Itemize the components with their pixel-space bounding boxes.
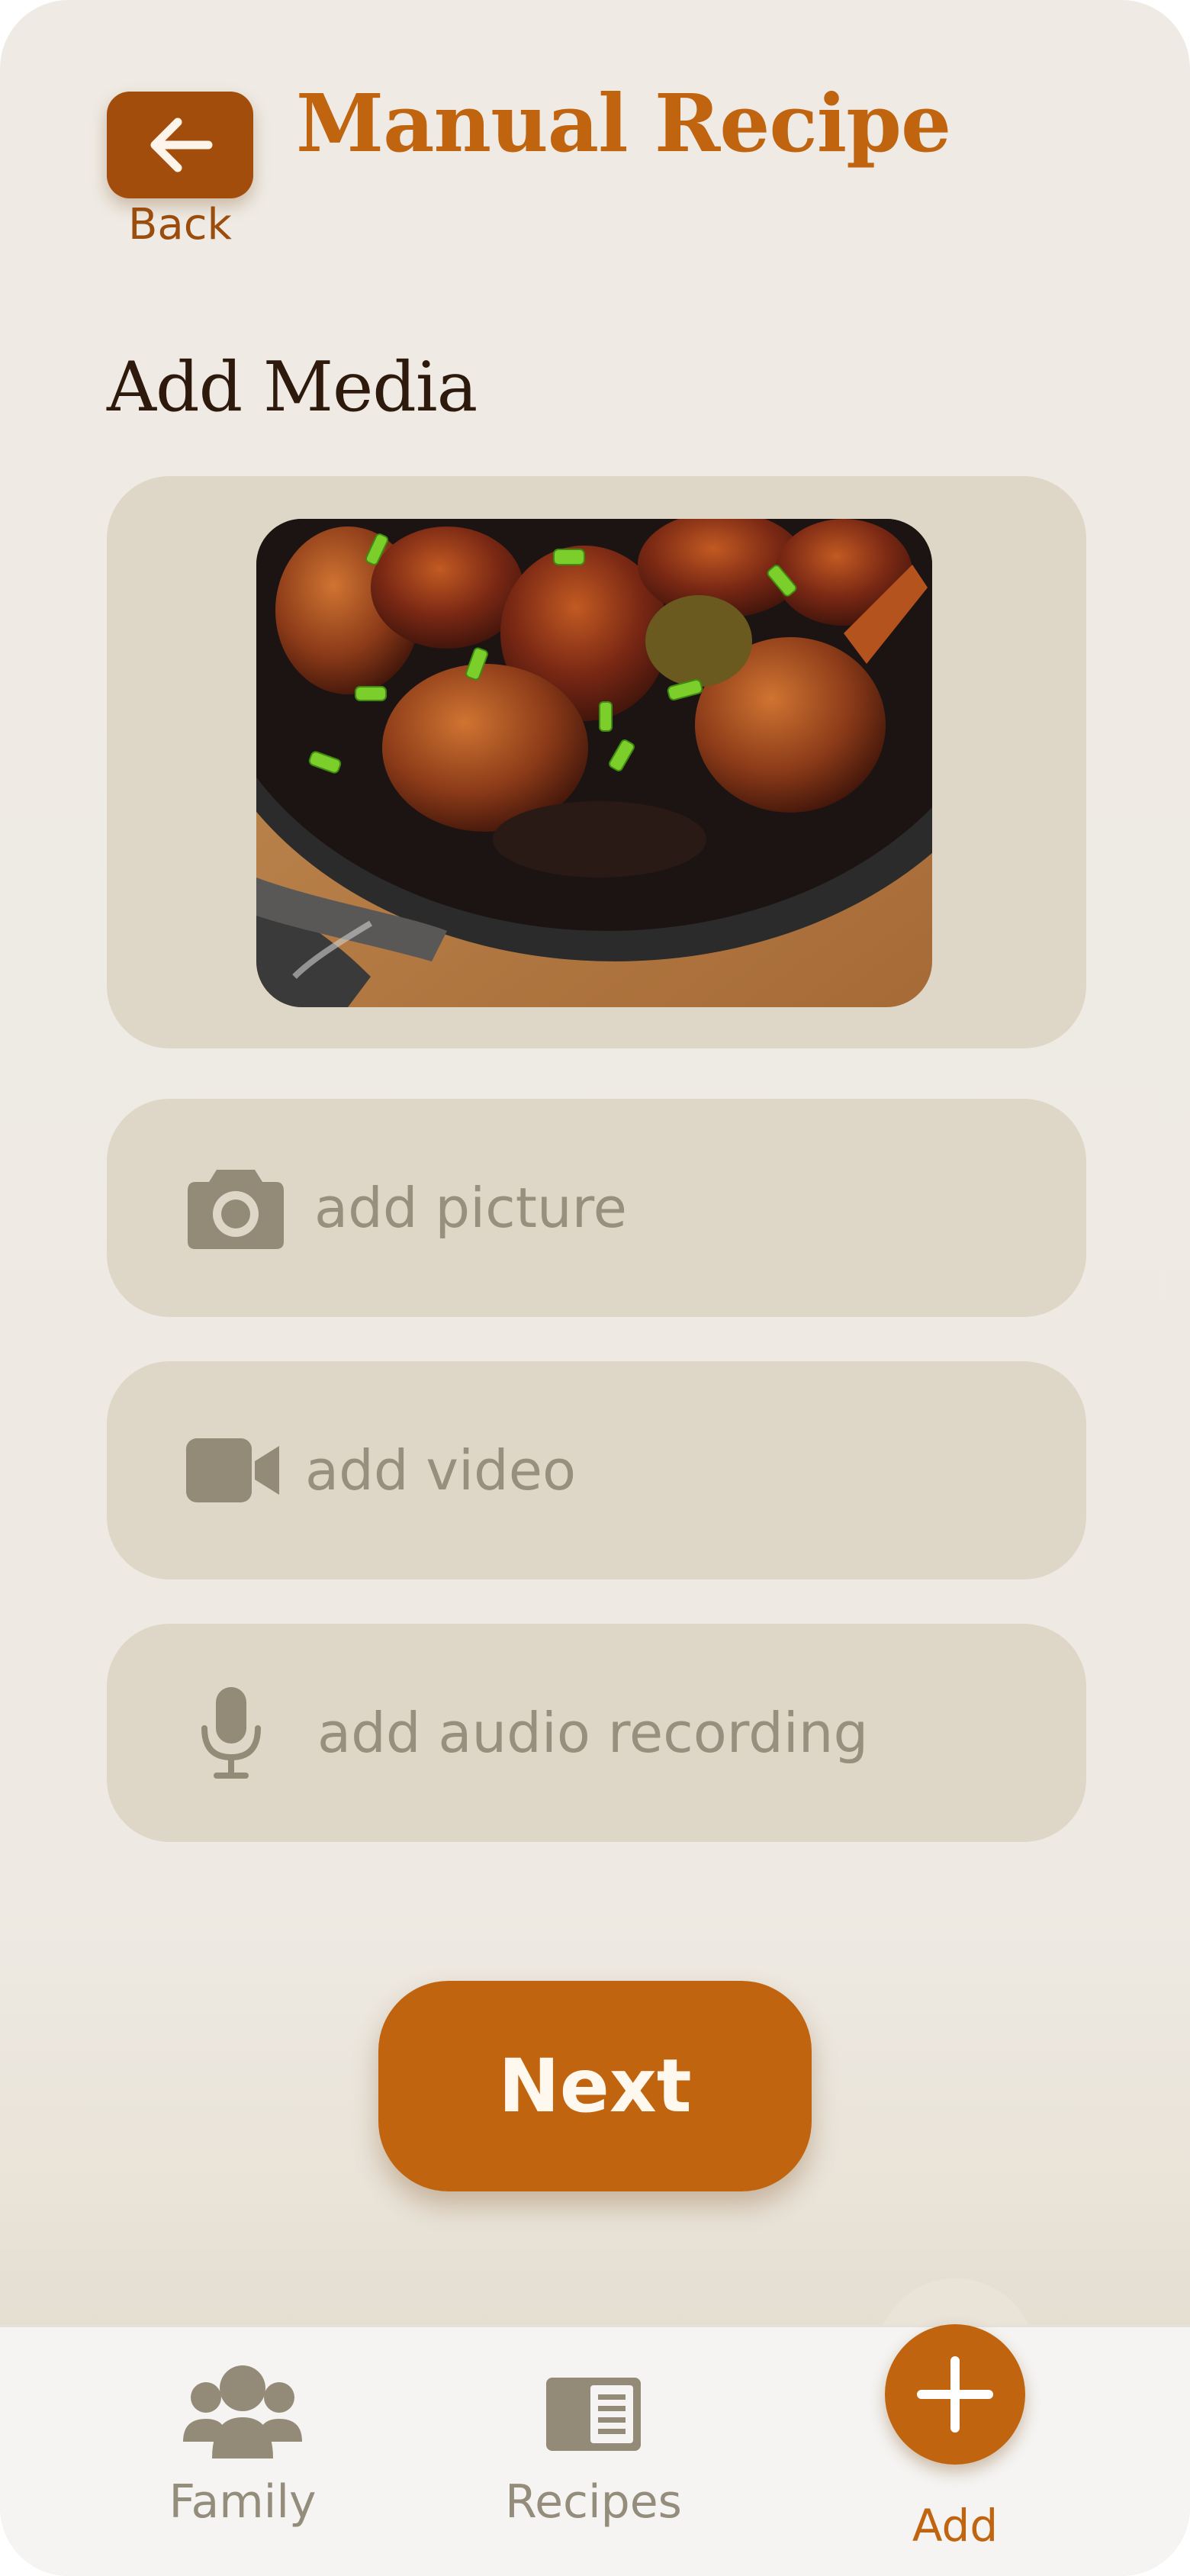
add-button[interactable] [885, 2324, 1025, 2465]
plus-icon [917, 2356, 993, 2433]
family-icon [183, 2365, 302, 2458]
add-video-button[interactable]: add video [107, 1361, 1086, 1579]
add-audio-label: add audio recording [317, 1701, 869, 1765]
screen: Back Manual Recipe Add Media add picture… [0, 0, 1190, 2576]
microphone-icon [201, 1687, 261, 1779]
nav-label-family: Family [169, 2475, 317, 2529]
nav-label-recipes: Recipes [505, 2475, 682, 2529]
media-preview-card [107, 476, 1086, 1048]
add-audio-button[interactable]: add audio recording [107, 1624, 1086, 1842]
recipe-book-icon [546, 2378, 641, 2451]
nav-label-add[interactable]: Add [870, 2500, 1040, 2552]
add-picture-button[interactable]: add picture [107, 1099, 1086, 1317]
next-button[interactable]: Next [378, 1981, 812, 2191]
back-label[interactable]: Back [107, 200, 253, 250]
section-title: Add Media [107, 347, 478, 427]
nav-item-recipes[interactable]: Recipes [488, 2378, 699, 2529]
arrow-left-icon [150, 118, 213, 172]
add-video-label: add video [305, 1438, 577, 1502]
video-camera-icon [186, 1438, 279, 1502]
add-picture-label: add picture [314, 1176, 627, 1240]
nav-item-family[interactable]: Family [151, 2362, 334, 2529]
page-title: Manual Recipe [296, 76, 951, 170]
back-button[interactable] [107, 92, 253, 198]
recipe-photo[interactable] [256, 519, 932, 1007]
next-label: Next [498, 2043, 692, 2129]
camera-icon [188, 1170, 284, 1249]
